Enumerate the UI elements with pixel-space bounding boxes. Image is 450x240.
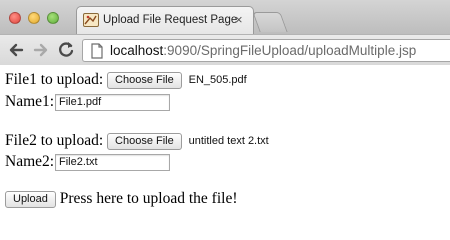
browser-chrome: Upload File Request Page × localhost:909…	[0, 0, 450, 65]
url-path: :9090/SpringFileUpload/uploadMultiple.js…	[163, 43, 417, 58]
tab-title: Upload File Request Page	[103, 14, 238, 26]
name1-label: Name1:	[5, 93, 55, 110]
file1-chosen-name: EN_505.pdf	[188, 74, 247, 87]
tab-upload-file-request[interactable]: Upload File Request Page ×	[76, 6, 254, 34]
name2-label: Name2:	[5, 153, 55, 170]
tab-strip: Upload File Request Page ×	[0, 0, 450, 34]
minimize-window-button[interactable]	[28, 12, 40, 24]
file1-label: File1 to upload:	[5, 71, 104, 88]
zoom-window-button[interactable]	[47, 12, 59, 24]
upload-row: Upload Press here to upload the file!	[5, 190, 238, 208]
reload-icon[interactable]	[55, 39, 77, 61]
file2-row: File2 to upload: Choose File untitled te…	[5, 132, 269, 150]
forward-arrow-icon[interactable]	[30, 39, 52, 61]
url-text: localhost:9090/SpringFileUpload/uploadMu…	[110, 43, 416, 58]
page-content: File1 to upload: Choose File EN_505.pdf …	[0, 66, 450, 227]
file2-choose-button[interactable]: Choose File	[107, 132, 182, 150]
file2-label: File2 to upload:	[5, 132, 104, 149]
toolbar: localhost:9090/SpringFileUpload/uploadMu…	[0, 34, 450, 65]
tab-close-icon[interactable]: ×	[235, 12, 243, 27]
page-icon	[90, 43, 104, 64]
file1-choose-button[interactable]: Choose File	[107, 71, 182, 89]
name2-input[interactable]: File2.txt	[55, 154, 170, 171]
upload-hint: Press here to upload the file!	[59, 190, 238, 207]
name1-input[interactable]: File1.pdf	[55, 94, 170, 111]
back-arrow-icon[interactable]	[6, 39, 28, 61]
file1-row: File1 to upload: Choose File EN_505.pdf	[5, 71, 247, 89]
favicon-icon	[83, 13, 99, 27]
new-tab-button[interactable]	[252, 12, 288, 32]
upload-button[interactable]: Upload	[5, 190, 56, 208]
file2-chosen-name: untitled text 2.txt	[188, 135, 269, 148]
close-window-button[interactable]	[9, 12, 21, 24]
address-bar[interactable]: localhost:9090/SpringFileUpload/uploadMu…	[82, 39, 450, 62]
url-host: localhost	[110, 43, 164, 58]
